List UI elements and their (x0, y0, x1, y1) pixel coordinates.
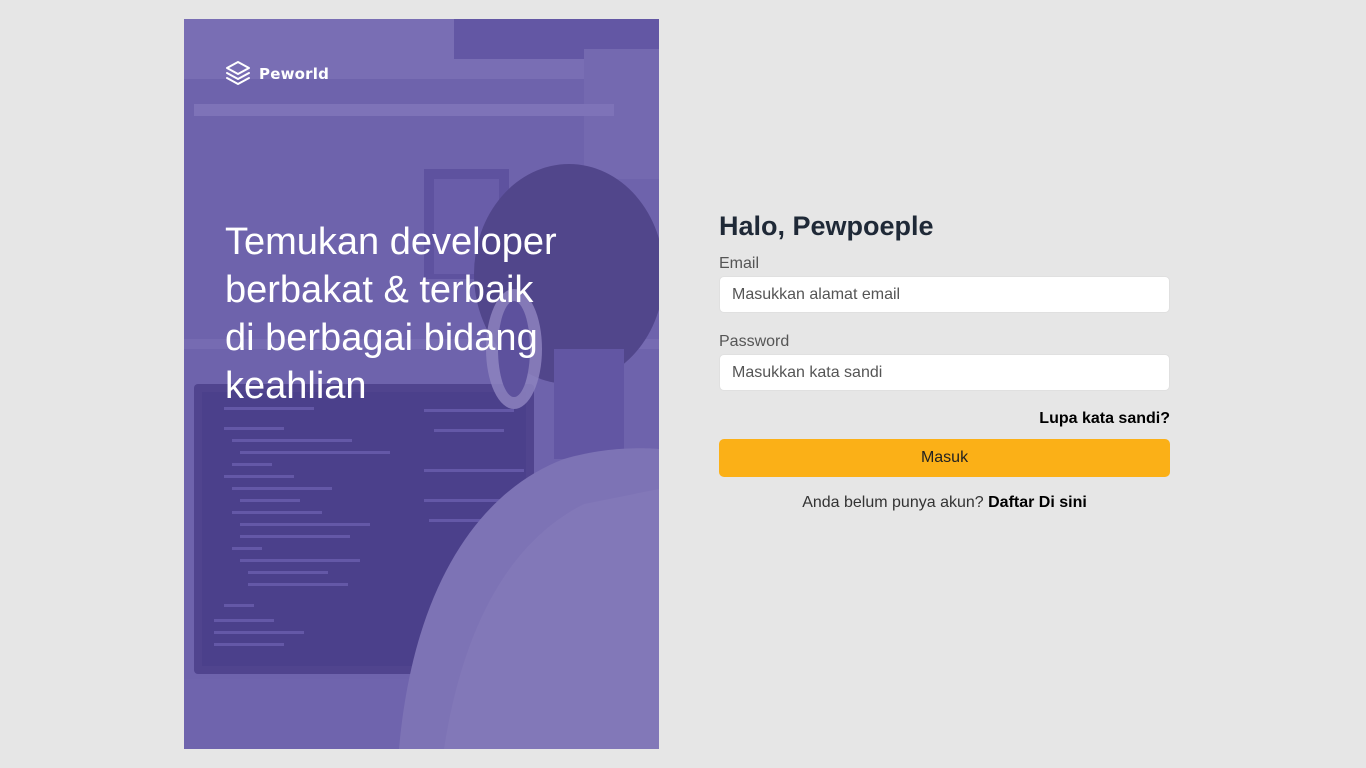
email-field[interactable] (719, 276, 1170, 313)
password-label: Password (719, 333, 790, 350)
form-title: Halo, Pewpoeple (719, 211, 934, 241)
signup-prompt: Anda belum punya akun? (802, 494, 984, 511)
brand-logo[interactable]: Peworld (225, 60, 329, 88)
layers-icon (225, 60, 251, 88)
hero-tagline: Temukan developer berbakat & terbaik di … (225, 218, 615, 410)
hero-panel: Peworld Temukan developer berbakat & ter… (184, 19, 659, 749)
signup-row: Anda belum punya akun? Daftar Di sini (719, 494, 1170, 512)
tagline-line: berbakat & terbaik (225, 269, 534, 311)
tagline-line: Temukan developer (225, 221, 557, 263)
forgot-password-row: Lupa kata sandi? (719, 410, 1170, 430)
password-field[interactable] (719, 354, 1170, 391)
tagline-line: di berbagai bidang (225, 317, 538, 359)
forgot-password-link[interactable]: Lupa kata sandi? (1039, 410, 1170, 427)
email-label: Email (719, 255, 760, 272)
login-page: Peworld Temukan developer berbakat & ter… (0, 0, 1366, 768)
signup-link[interactable]: Daftar Di sini (988, 494, 1087, 511)
tagline-line: keahlian (225, 365, 367, 407)
brand-name: Peworld (259, 65, 330, 83)
login-form: Halo, Pewpoeple Email Password Lupa kata… (719, 205, 1170, 512)
login-button[interactable]: Masuk (719, 439, 1170, 477)
